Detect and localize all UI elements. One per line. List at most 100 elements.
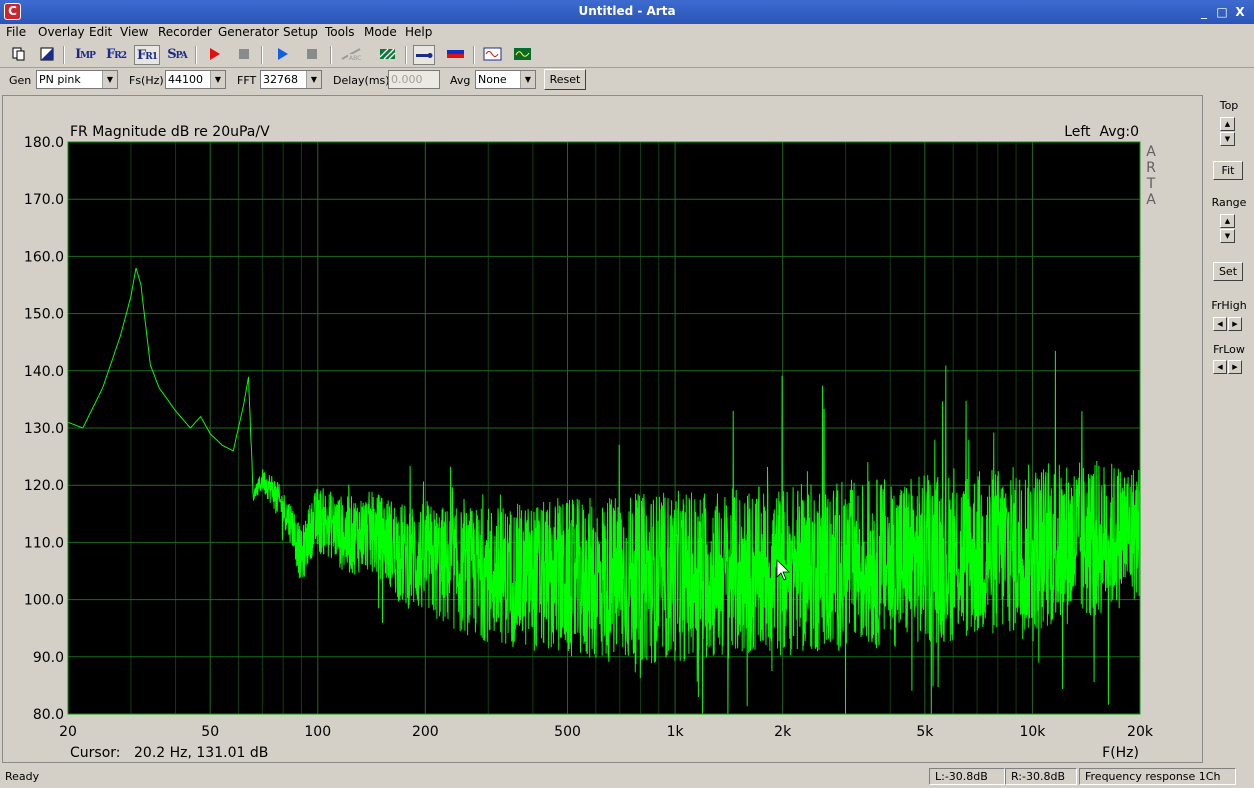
y-tick-label: 120.0 xyxy=(24,478,64,494)
chevron-down-icon: ▼ xyxy=(520,71,535,88)
frlow-label: FrLow xyxy=(1213,343,1245,356)
frhigh-left-button[interactable]: ◀ xyxy=(1213,317,1227,331)
set-button[interactable]: Set xyxy=(1213,262,1243,281)
menu-generator[interactable]: Generator xyxy=(218,25,279,39)
abc-icon: ABC xyxy=(341,48,361,62)
top-up-button[interactable]: ▲ xyxy=(1220,117,1235,131)
record-icon xyxy=(210,48,220,60)
level-icon xyxy=(447,50,464,58)
maximize-button[interactable]: □ xyxy=(1214,4,1230,20)
menu-mode[interactable]: Mode xyxy=(364,25,397,39)
x-tick-label: 1k xyxy=(667,724,685,740)
brand-letter: A xyxy=(1146,192,1156,208)
x-tick-label: 20 xyxy=(59,724,77,740)
brand-letter: A xyxy=(1146,144,1156,160)
open-button[interactable] xyxy=(36,45,58,65)
plot-title: FR Magnitude dB re 20uPa/V xyxy=(70,124,270,140)
fr1-mode-button[interactable]: FR1 xyxy=(134,45,160,65)
channel-info: Left Avg:0 xyxy=(1064,124,1139,140)
cursor-readout: 20.2 Hz, 131.01 dB xyxy=(134,745,268,761)
delay-field[interactable]: 0.000 xyxy=(388,70,440,89)
status-bar: Ready L:-30.8dB R:-30.8dB Frequency resp… xyxy=(0,766,1254,788)
stop-icon xyxy=(239,49,249,59)
brand-letter: R xyxy=(1146,160,1156,176)
x-tick-label: 500 xyxy=(554,724,581,740)
chevron-down-icon: ▼ xyxy=(306,71,321,88)
menu-edit[interactable]: Edit xyxy=(89,25,112,39)
y-tick-label: 170.0 xyxy=(24,192,64,208)
fr2-mode-button[interactable]: FR2 xyxy=(103,45,129,65)
y-tick-label: 90.0 xyxy=(33,650,64,666)
scope-button[interactable] xyxy=(511,45,533,65)
minimize-button[interactable]: _ xyxy=(1196,4,1212,20)
y-tick-label: 80.0 xyxy=(33,707,64,723)
fft-size-select[interactable]: 32768 ▼ xyxy=(260,70,322,89)
frequency-response-chart[interactable]: 180.0 170.0 160.0 150.0 140.0 130.0 120.0 110.0… xyxy=(3,96,1202,762)
arrow-left-icon: ◀ xyxy=(1217,363,1223,371)
avg-label: Avg xyxy=(450,74,471,87)
title-bar: C Untitled - Arta _ □ X xyxy=(0,0,1254,24)
arrow-up-icon: ▲ xyxy=(1224,120,1231,128)
frlow-right-button[interactable]: ▶ xyxy=(1228,360,1242,374)
abc-button[interactable]: ABC xyxy=(339,45,363,65)
frlow-left-button[interactable]: ◀ xyxy=(1213,360,1227,374)
impulse-mode-button[interactable]: IMP xyxy=(72,45,98,65)
y-tick-label: 110.0 xyxy=(24,535,64,551)
stop-icon xyxy=(307,49,317,59)
menu-setup[interactable]: Setup xyxy=(283,25,318,39)
open-icon xyxy=(40,47,54,61)
cursor-label: Cursor: xyxy=(70,745,121,761)
svg-text:ABC: ABC xyxy=(349,55,361,62)
menu-recorder[interactable]: Recorder xyxy=(158,25,212,39)
new-document-icon xyxy=(12,47,25,61)
y-tick-label: 150.0 xyxy=(24,307,64,323)
probe-icon xyxy=(416,53,433,58)
stop-record-button[interactable] xyxy=(233,45,255,65)
menu-overlay[interactable]: Overlay xyxy=(38,25,85,39)
scale-panel: Top ▲ ▼ Fit Range ▲ ▼ Set FrHigh ◀ ▶ FrL… xyxy=(1205,95,1253,763)
probe-button[interactable] xyxy=(413,45,435,65)
sine-generator-button[interactable] xyxy=(481,45,503,65)
x-tick-label: 5k xyxy=(916,724,934,740)
reset-button[interactable]: Reset xyxy=(544,69,586,90)
menu-tools[interactable]: Tools xyxy=(325,25,355,39)
range-down-button[interactable]: ▼ xyxy=(1220,229,1235,243)
top-down-button[interactable]: ▼ xyxy=(1220,132,1235,146)
menu-help[interactable]: Help xyxy=(405,25,432,39)
menu-bar: File Overlay Edit View Recorder Generato… xyxy=(0,24,1254,43)
brand-letter: T xyxy=(1146,176,1156,192)
window-title: Untitled - Arta xyxy=(578,4,676,18)
status-text: Ready xyxy=(5,770,40,783)
arrow-left-icon: ◀ xyxy=(1217,320,1223,328)
menu-file[interactable]: File xyxy=(6,25,26,39)
sample-rate-select[interactable]: 44100 ▼ xyxy=(165,70,226,89)
toolbar: IMP FR2 FR1 SPA ABC xyxy=(0,43,1254,68)
delay-label: Delay(ms) xyxy=(333,74,390,87)
hatch-button[interactable] xyxy=(376,45,398,65)
x-tick-label: 50 xyxy=(201,724,219,740)
new-document-button[interactable] xyxy=(7,45,29,65)
level-button[interactable] xyxy=(444,45,466,65)
x-tick-label: 20k xyxy=(1127,724,1154,740)
range-label: Range xyxy=(1211,196,1247,209)
y-tick-label: 180.0 xyxy=(24,135,64,151)
record-button[interactable] xyxy=(203,45,225,65)
generator-select[interactable]: PN pink ▼ xyxy=(36,70,118,89)
play-button[interactable] xyxy=(271,45,293,65)
arrow-right-icon: ▶ xyxy=(1232,363,1238,371)
fit-button[interactable]: Fit xyxy=(1213,161,1243,180)
averaging-select[interactable]: None ▼ xyxy=(475,70,536,89)
range-up-button[interactable]: ▲ xyxy=(1220,214,1235,228)
x-axis-labels: 20 50 100 200 500 1k 2k 5k 10k 20k xyxy=(59,724,1154,740)
fft-label: FFT xyxy=(237,74,257,87)
menu-view[interactable]: View xyxy=(120,25,148,39)
chevron-down-icon: ▼ xyxy=(210,71,225,88)
x-axis-title: F(Hz) xyxy=(1102,745,1139,761)
spa-mode-button[interactable]: SPA xyxy=(164,45,190,65)
hatch-icon xyxy=(379,48,396,60)
scope-icon xyxy=(514,48,531,60)
close-button[interactable]: X xyxy=(1232,4,1248,20)
frhigh-right-button[interactable]: ▶ xyxy=(1228,317,1242,331)
arrow-right-icon: ▶ xyxy=(1232,320,1238,328)
stop-play-button[interactable] xyxy=(301,45,323,65)
